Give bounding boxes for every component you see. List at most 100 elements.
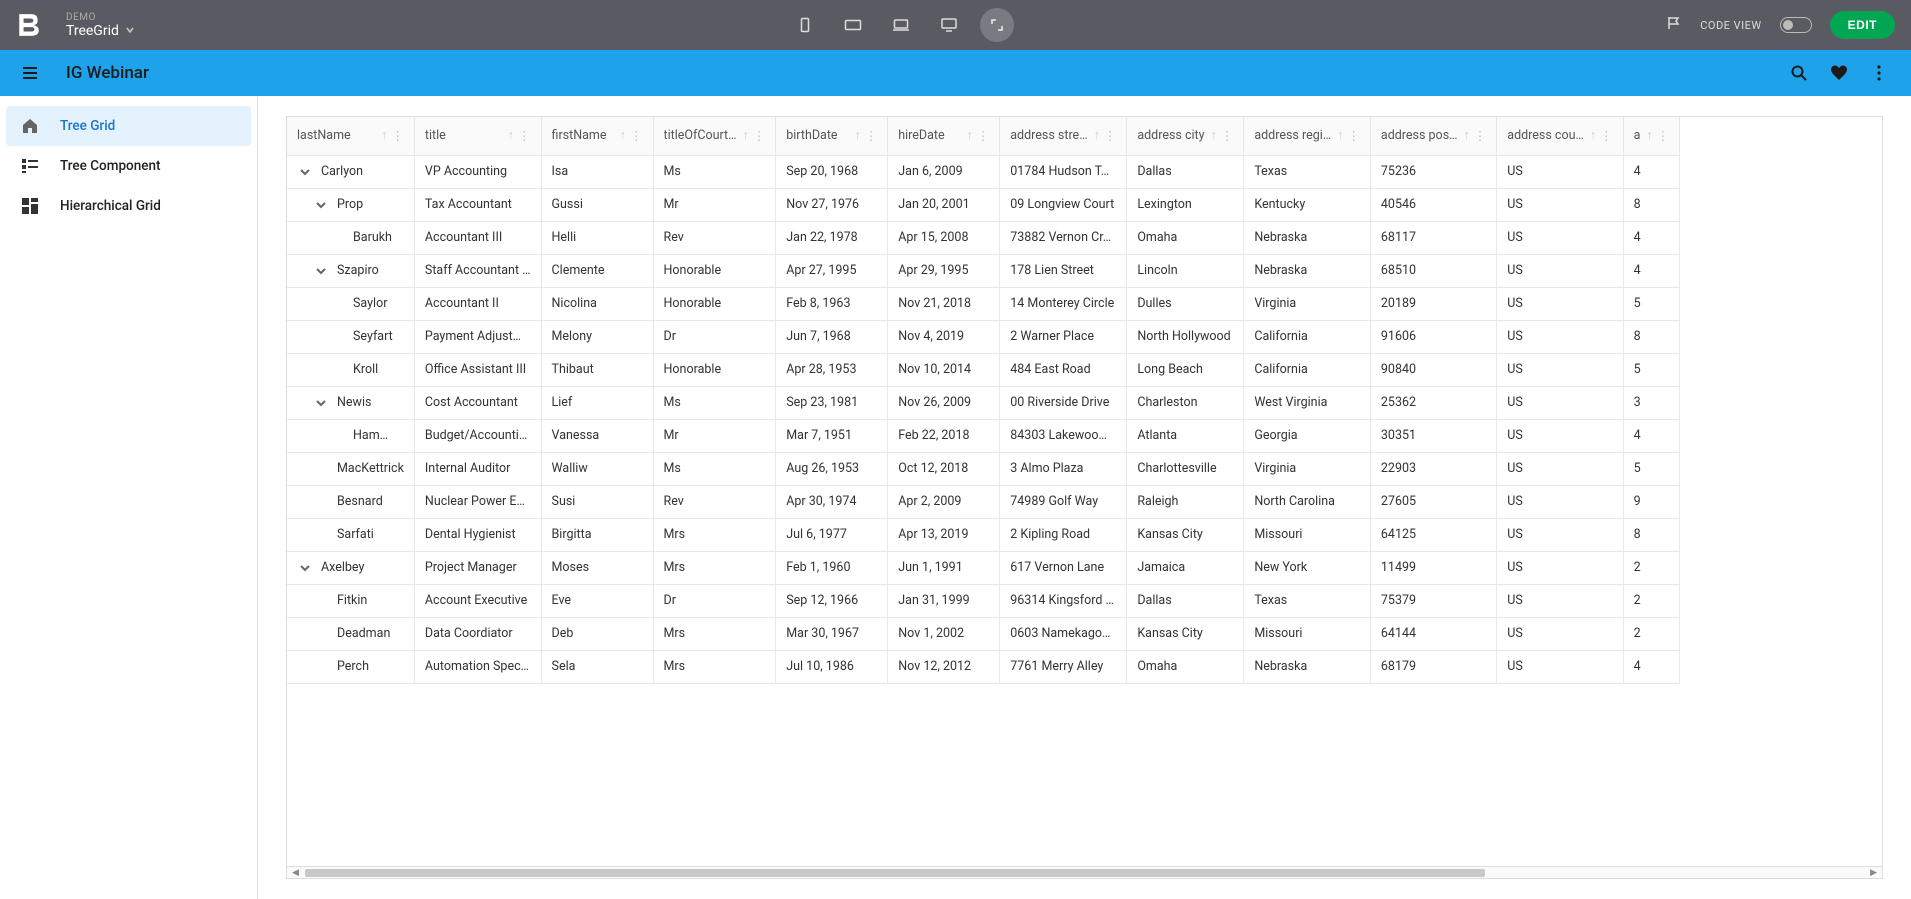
cell-addressPostalCode: 75236 — [1370, 155, 1496, 188]
sort-asc-icon[interactable]: ↑ — [620, 128, 626, 143]
column-header-addressPostalCode[interactable]: address pos…↑⋮ — [1370, 117, 1496, 155]
sort-asc-icon[interactable]: ↑ — [381, 128, 387, 143]
cell-lastName: Carlyon — [287, 155, 414, 188]
cell-firstName: Moses — [541, 551, 653, 584]
column-menu-icon[interactable]: ⋮ — [518, 128, 531, 144]
table-row[interactable]: CarlyonVP AccountingIsaMsSep 20, 1968Jan… — [287, 155, 1680, 188]
more-button[interactable] — [1859, 53, 1899, 93]
cell-addressRegion: New York — [1244, 551, 1371, 584]
column-menu-icon[interactable]: ⋮ — [1104, 128, 1117, 144]
cell-addressStreet: 178 Lien Street — [1000, 254, 1127, 287]
table-row[interactable]: BarukhAccountant IIIHelliRevJan 22, 1978… — [287, 221, 1680, 254]
scroll-right-icon[interactable]: ▶ — [1870, 868, 1877, 878]
table-row[interactable]: KrollOffice Assistant IIIThibautHonorabl… — [287, 353, 1680, 386]
menu-button[interactable] — [12, 55, 48, 91]
table-row[interactable]: MacKettrickInternal AuditorWalliwMsAug 2… — [287, 452, 1680, 485]
table-row[interactable]: FitkinAccount ExecutiveEveDrSep 12, 1966… — [287, 584, 1680, 617]
column-menu-icon[interactable]: ⋮ — [1347, 128, 1360, 144]
device-desktop-button[interactable] — [932, 8, 966, 42]
column-label: lastName — [297, 128, 351, 143]
column-menu-icon[interactable]: ⋮ — [865, 128, 878, 144]
column-header-lastName[interactable]: lastName ↑ ⋮ — [287, 117, 414, 155]
sort-asc-icon[interactable]: ↑ — [967, 128, 973, 143]
table-row[interactable]: SzapiroStaff Accountant …ClementeHonorab… — [287, 254, 1680, 287]
expand-placeholder — [311, 492, 331, 512]
cell-titleOfCourtesy: Ms — [653, 386, 776, 419]
sort-asc-icon[interactable]: ↑ — [1464, 128, 1470, 143]
sidebar-item-tree-grid[interactable]: Tree Grid — [6, 106, 251, 146]
sort-asc-icon[interactable]: ↑ — [855, 128, 861, 143]
content: lastName↑⋮title↑⋮firstName↑⋮titleOfCourt… — [258, 96, 1911, 899]
column-header-birthDate[interactable]: birthDate↑⋮ — [776, 117, 888, 155]
cell-addressCity: Raleigh — [1127, 485, 1244, 518]
table-row[interactable]: SeyfartPayment Adjust…MelonyDrJun 7, 196… — [287, 320, 1680, 353]
project-picker[interactable]: DEMO TreeGrid — [66, 12, 135, 39]
column-header-addressStreet[interactable]: address stre…↑⋮ — [1000, 117, 1127, 155]
cell-title: Cost Accountant — [414, 386, 541, 419]
table-row[interactable]: Ham…Budget/Accounti…VanessaMrMar 7, 1951… — [287, 419, 1680, 452]
sort-asc-icon[interactable]: ↑ — [1590, 128, 1596, 143]
column-menu-icon[interactable]: ⋮ — [977, 128, 990, 144]
device-laptop-button[interactable] — [884, 8, 918, 42]
flag-icon[interactable] — [1666, 15, 1682, 35]
column-menu-icon[interactable]: ⋮ — [1600, 128, 1613, 144]
column-header-titleOfCourtesy[interactable]: titleOfCourt…↑⋮ — [653, 117, 776, 155]
expand-toggle[interactable] — [311, 261, 331, 281]
table-row[interactable]: BesnardNuclear Power E…SusiRevApr 30, 19… — [287, 485, 1680, 518]
table-row[interactable]: PropTax AccountantGussiMrNov 27, 1976Jan… — [287, 188, 1680, 221]
chevron-down-icon — [125, 23, 135, 39]
sort-asc-icon[interactable]: ↑ — [743, 128, 749, 143]
search-button[interactable] — [1779, 53, 1819, 93]
sort-asc-icon[interactable]: ↑ — [508, 128, 514, 143]
sort-asc-icon[interactable]: ↑ — [1646, 128, 1652, 143]
column-header-extra[interactable]: a ↑ ⋮ — [1623, 117, 1680, 155]
table-row[interactable]: NewisCost AccountantLiefMsSep 23, 1981No… — [287, 386, 1680, 419]
cell-addressCountry: US — [1497, 155, 1623, 188]
table-row[interactable]: PerchAutomation Spec…SelaMrsJul 10, 1986… — [287, 650, 1680, 683]
sidebar-item-tree-component[interactable]: Tree Component — [6, 146, 251, 186]
sort-asc-icon[interactable]: ↑ — [1211, 128, 1217, 143]
column-header-firstName[interactable]: firstName↑⋮ — [541, 117, 653, 155]
sort-asc-icon[interactable]: ↑ — [1337, 128, 1343, 143]
expand-toggle[interactable] — [295, 558, 315, 578]
scroll-thumb[interactable] — [305, 869, 1485, 877]
cell-addressCountry: US — [1497, 188, 1623, 221]
table-row[interactable]: AxelbeyProject ManagerMosesMrsFeb 1, 196… — [287, 551, 1680, 584]
appbar: IG Webinar — [0, 50, 1911, 96]
cell-addressRegion: Virginia — [1244, 452, 1371, 485]
device-tablet-landscape-button[interactable] — [836, 8, 870, 42]
codeview-toggle[interactable] — [1780, 17, 1812, 33]
column-menu-icon[interactable]: ⋮ — [753, 128, 766, 144]
table-row[interactable]: SarfatiDental HygienistBirgittaMrsJul 6,… — [287, 518, 1680, 551]
column-header-addressCountry[interactable]: address cou…↑⋮ — [1497, 117, 1623, 155]
column-menu-icon[interactable]: ⋮ — [1474, 128, 1487, 144]
cell-firstName: Sela — [541, 650, 653, 683]
column-menu-icon[interactable]: ⋮ — [1657, 128, 1670, 144]
column-menu-icon[interactable]: ⋮ — [1221, 128, 1234, 144]
cell-titleOfCourtesy: Ms — [653, 452, 776, 485]
table-row[interactable]: SaylorAccountant IINicolinaHonorableFeb … — [287, 287, 1680, 320]
column-menu-icon[interactable]: ⋮ — [630, 128, 643, 144]
column-label: a — [1634, 128, 1641, 143]
device-phone-button[interactable] — [788, 8, 822, 42]
sidebar-item-hierarchical-grid[interactable]: Hierarchical Grid — [6, 186, 251, 226]
horizontal-scrollbar[interactable]: ◀ ▶ — [287, 866, 1882, 878]
column-header-hireDate[interactable]: hireDate↑⋮ — [888, 117, 1000, 155]
table-row[interactable]: DeadmanData CoordiatorDebMrsMar 30, 1967… — [287, 617, 1680, 650]
column-header-title[interactable]: title↑⋮ — [414, 117, 541, 155]
column-menu-icon[interactable]: ⋮ — [391, 128, 404, 144]
cell-text: Perch — [337, 659, 369, 674]
cell-birthDate: Feb 8, 1963 — [776, 287, 888, 320]
scroll-left-icon[interactable]: ◀ — [292, 868, 299, 878]
sort-asc-icon[interactable]: ↑ — [1094, 128, 1100, 143]
device-fullscreen-button[interactable] — [980, 8, 1014, 42]
column-header-addressCity[interactable]: address city↑⋮ — [1127, 117, 1244, 155]
expand-placeholder — [327, 294, 347, 314]
expand-toggle[interactable] — [311, 393, 331, 413]
expand-toggle[interactable] — [311, 195, 331, 215]
expand-toggle[interactable] — [295, 162, 315, 182]
favorite-button[interactable] — [1819, 53, 1859, 93]
device-preview-group — [135, 8, 1666, 42]
column-header-addressRegion[interactable]: address regi…↑⋮ — [1244, 117, 1371, 155]
edit-button[interactable]: EDIT — [1830, 11, 1895, 39]
